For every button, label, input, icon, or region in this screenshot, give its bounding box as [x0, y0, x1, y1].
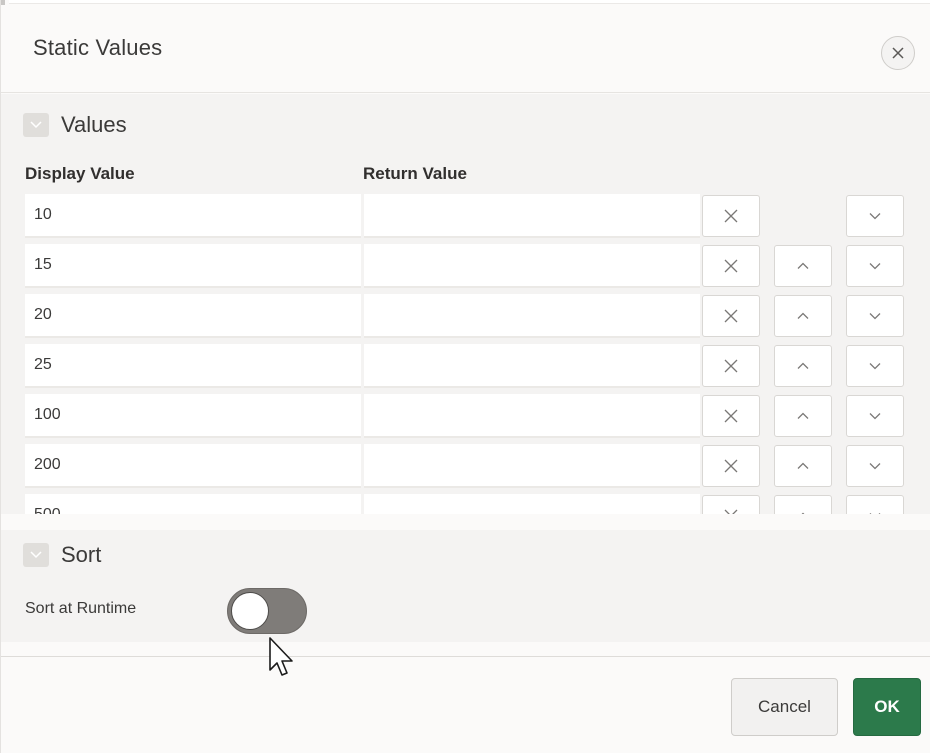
display-value-column-header: Display Value	[25, 164, 135, 183]
move-down-button[interactable]	[846, 445, 904, 487]
close-button[interactable]	[881, 36, 915, 70]
values-collapse-toggle[interactable]	[23, 113, 49, 137]
chevron-up-icon	[797, 312, 809, 319]
move-down-button[interactable]	[846, 345, 904, 387]
display-value-input[interactable]: 100	[25, 394, 361, 438]
remove-row-button[interactable]	[702, 395, 760, 437]
remove-icon	[724, 309, 738, 323]
return-value-input[interactable]	[364, 344, 700, 388]
move-up-button[interactable]	[774, 445, 832, 487]
display-value-input[interactable]: 20	[25, 294, 361, 338]
switch-knob	[231, 592, 269, 630]
remove-icon	[724, 459, 738, 473]
remove-icon	[724, 209, 738, 223]
remove-row-button[interactable]	[702, 445, 760, 487]
move-up-button[interactable]	[774, 295, 832, 337]
sort-section-header[interactable]: Sort	[23, 540, 101, 570]
move-down-button[interactable]	[846, 245, 904, 287]
chevron-down-icon	[869, 513, 881, 514]
return-value-input[interactable]	[364, 294, 700, 338]
move-up-button[interactable]	[774, 495, 832, 514]
remove-icon	[724, 409, 738, 423]
remove-icon	[724, 359, 738, 373]
move-up-button[interactable]	[774, 345, 832, 387]
values-section-header[interactable]: Values	[23, 110, 127, 140]
values-region: Values Display Value Return Value 10 15	[1, 94, 930, 514]
sort-region: Sort Sort at Runtime	[1, 530, 930, 642]
sort-section-title: Sort	[61, 542, 102, 567]
chevron-up-icon	[801, 512, 805, 514]
remove-row-button[interactable]	[702, 245, 760, 287]
return-value-column-header: Return Value	[363, 164, 467, 183]
move-up-button[interactable]	[774, 395, 832, 437]
return-value-input[interactable]	[364, 444, 700, 488]
chevron-up-icon	[797, 262, 809, 269]
dialog-header: Static Values	[1, 5, 930, 93]
chevron-up-icon	[797, 412, 809, 419]
sort-at-runtime-switch[interactable]	[227, 588, 307, 634]
move-down-button[interactable]	[846, 395, 904, 437]
cancel-button[interactable]: Cancel	[731, 678, 838, 736]
remove-icon	[724, 509, 738, 514]
chevron-down-icon	[869, 263, 881, 270]
return-value-input[interactable]	[364, 494, 700, 514]
move-down-button[interactable]	[846, 195, 904, 237]
display-value-input[interactable]: 10	[25, 194, 361, 238]
mouse-cursor-icon	[269, 637, 293, 676]
close-icon	[892, 47, 904, 59]
display-value-input[interactable]: 25	[25, 344, 361, 388]
remove-row-button[interactable]	[702, 495, 760, 514]
display-value-input[interactable]: 200	[25, 444, 361, 488]
dialog-title: Static Values	[33, 35, 163, 60]
chevron-up-icon	[797, 362, 809, 369]
return-value-input[interactable]	[364, 244, 700, 288]
chevron-up-icon	[797, 462, 809, 469]
move-down-button[interactable]	[846, 295, 904, 337]
chevron-down-icon	[869, 413, 881, 420]
sort-collapse-toggle[interactable]	[23, 543, 49, 567]
return-value-input[interactable]	[364, 394, 700, 438]
remove-row-button[interactable]	[702, 345, 760, 387]
dialog-top-edge	[9, 0, 930, 4]
display-value-input[interactable]: 15	[25, 244, 361, 288]
move-up-button[interactable]	[774, 245, 832, 287]
values-section-title: Values	[61, 112, 127, 137]
static-values-dialog: Static Values Values Display Value Retur…	[0, 0, 930, 753]
ok-button[interactable]: OK	[853, 678, 921, 736]
move-down-button[interactable]	[846, 495, 904, 514]
return-value-input[interactable]	[364, 194, 700, 238]
remove-row-button[interactable]	[702, 195, 760, 237]
remove-row-button[interactable]	[702, 295, 760, 337]
chevron-down-icon	[30, 121, 42, 129]
chevron-down-icon	[30, 551, 42, 559]
chevron-down-icon	[869, 313, 881, 320]
chevron-down-icon	[869, 463, 881, 470]
display-value-input[interactable]: 500	[25, 494, 361, 514]
chevron-down-icon	[869, 213, 881, 220]
sort-at-runtime-label: Sort at Runtime	[25, 600, 137, 617]
remove-icon	[724, 259, 738, 273]
footer-divider	[1, 656, 930, 657]
chevron-down-icon	[869, 363, 881, 370]
